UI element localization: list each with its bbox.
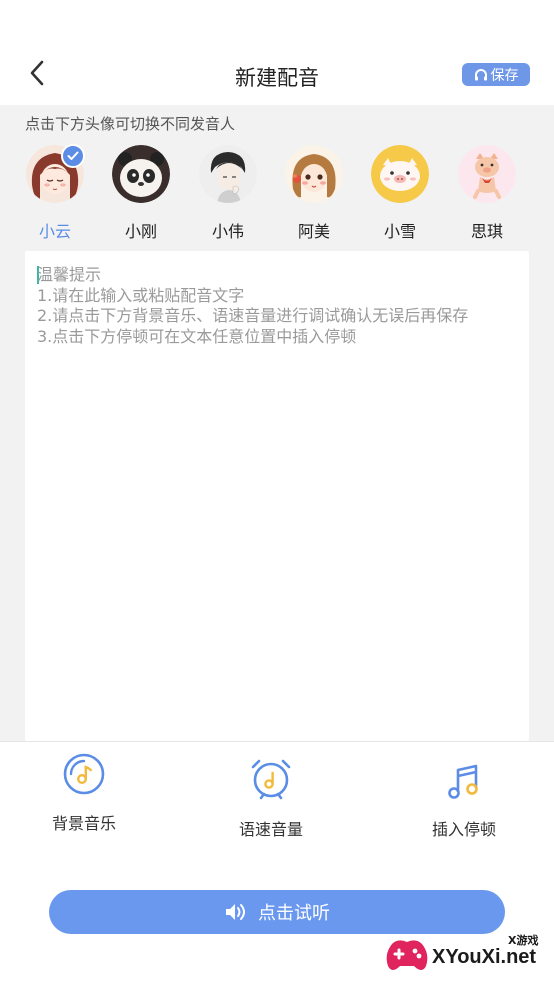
voice-name: 小伟	[211, 222, 244, 241]
voice-option-xiaowei[interactable]: 小伟	[196, 145, 260, 242]
voice-option-xiaoxue[interactable]: 小雪	[368, 145, 432, 242]
avatar	[26, 144, 85, 203]
top-bar: 新建配音 保存	[0, 0, 554, 105]
insert-pause-button[interactable]: 插入停顿	[424, 762, 504, 840]
voice-option-amei[interactable]: 阿美	[282, 145, 346, 242]
voice-name: 阿美	[297, 222, 330, 241]
avatar	[458, 145, 516, 203]
speaker-icon	[226, 904, 245, 920]
save-label: 保存	[490, 67, 519, 84]
avatar-switch-hint: 点击下方头像可切换不同发音人	[25, 115, 236, 133]
background-music-label: 背景音乐	[51, 814, 116, 833]
speed-volume-button[interactable]: 语速音量	[231, 756, 311, 840]
selected-check-icon	[61, 144, 85, 168]
watermark-site: XYouXi.net	[432, 946, 537, 968]
avatar	[285, 145, 343, 203]
avatar	[199, 145, 257, 203]
music-disc-icon	[63, 753, 105, 795]
music-note-icon	[448, 764, 478, 799]
background-music-button[interactable]: 背景音乐	[44, 752, 124, 834]
voice-name: 思琪	[470, 222, 503, 241]
gamepad-logo-icon	[386, 940, 428, 970]
editor-placeholder: 温馨提示 1.请在此输入或粘贴配音文字 2.请点击下方背景音乐、语速音量进行调试…	[37, 265, 469, 346]
voice-name: 小雪	[383, 222, 416, 241]
voice-name: 小云	[38, 222, 71, 241]
preview-label: 点击试听	[258, 903, 330, 924]
voice-option-xiaogang[interactable]: 小刚	[109, 145, 173, 242]
alarm-clock-icon	[251, 759, 291, 800]
voice-option-siqi[interactable]: 思琪	[455, 145, 519, 242]
preview-listen-button[interactable]: 点击试听	[49, 890, 505, 934]
headphones-icon	[474, 68, 487, 80]
save-button[interactable]: 保存	[462, 63, 530, 86]
voice-selector: 小云 小刚 小伟 阿美 小雪 思琪	[0, 144, 554, 245]
insert-pause-label: 插入停顿	[431, 820, 496, 839]
avatar	[112, 145, 170, 203]
speed-volume-label: 语速音量	[238, 820, 303, 839]
voice-option-xiaoyun[interactable]: 小云	[23, 144, 87, 242]
watermark: X游戏 XYouXi.net	[384, 932, 554, 986]
dubbing-text-editor[interactable]: 温馨提示 1.请在此输入或粘贴配音文字 2.请点击下方背景音乐、语速音量进行调试…	[25, 251, 529, 741]
avatar	[371, 145, 429, 203]
voice-name: 小刚	[124, 222, 157, 241]
